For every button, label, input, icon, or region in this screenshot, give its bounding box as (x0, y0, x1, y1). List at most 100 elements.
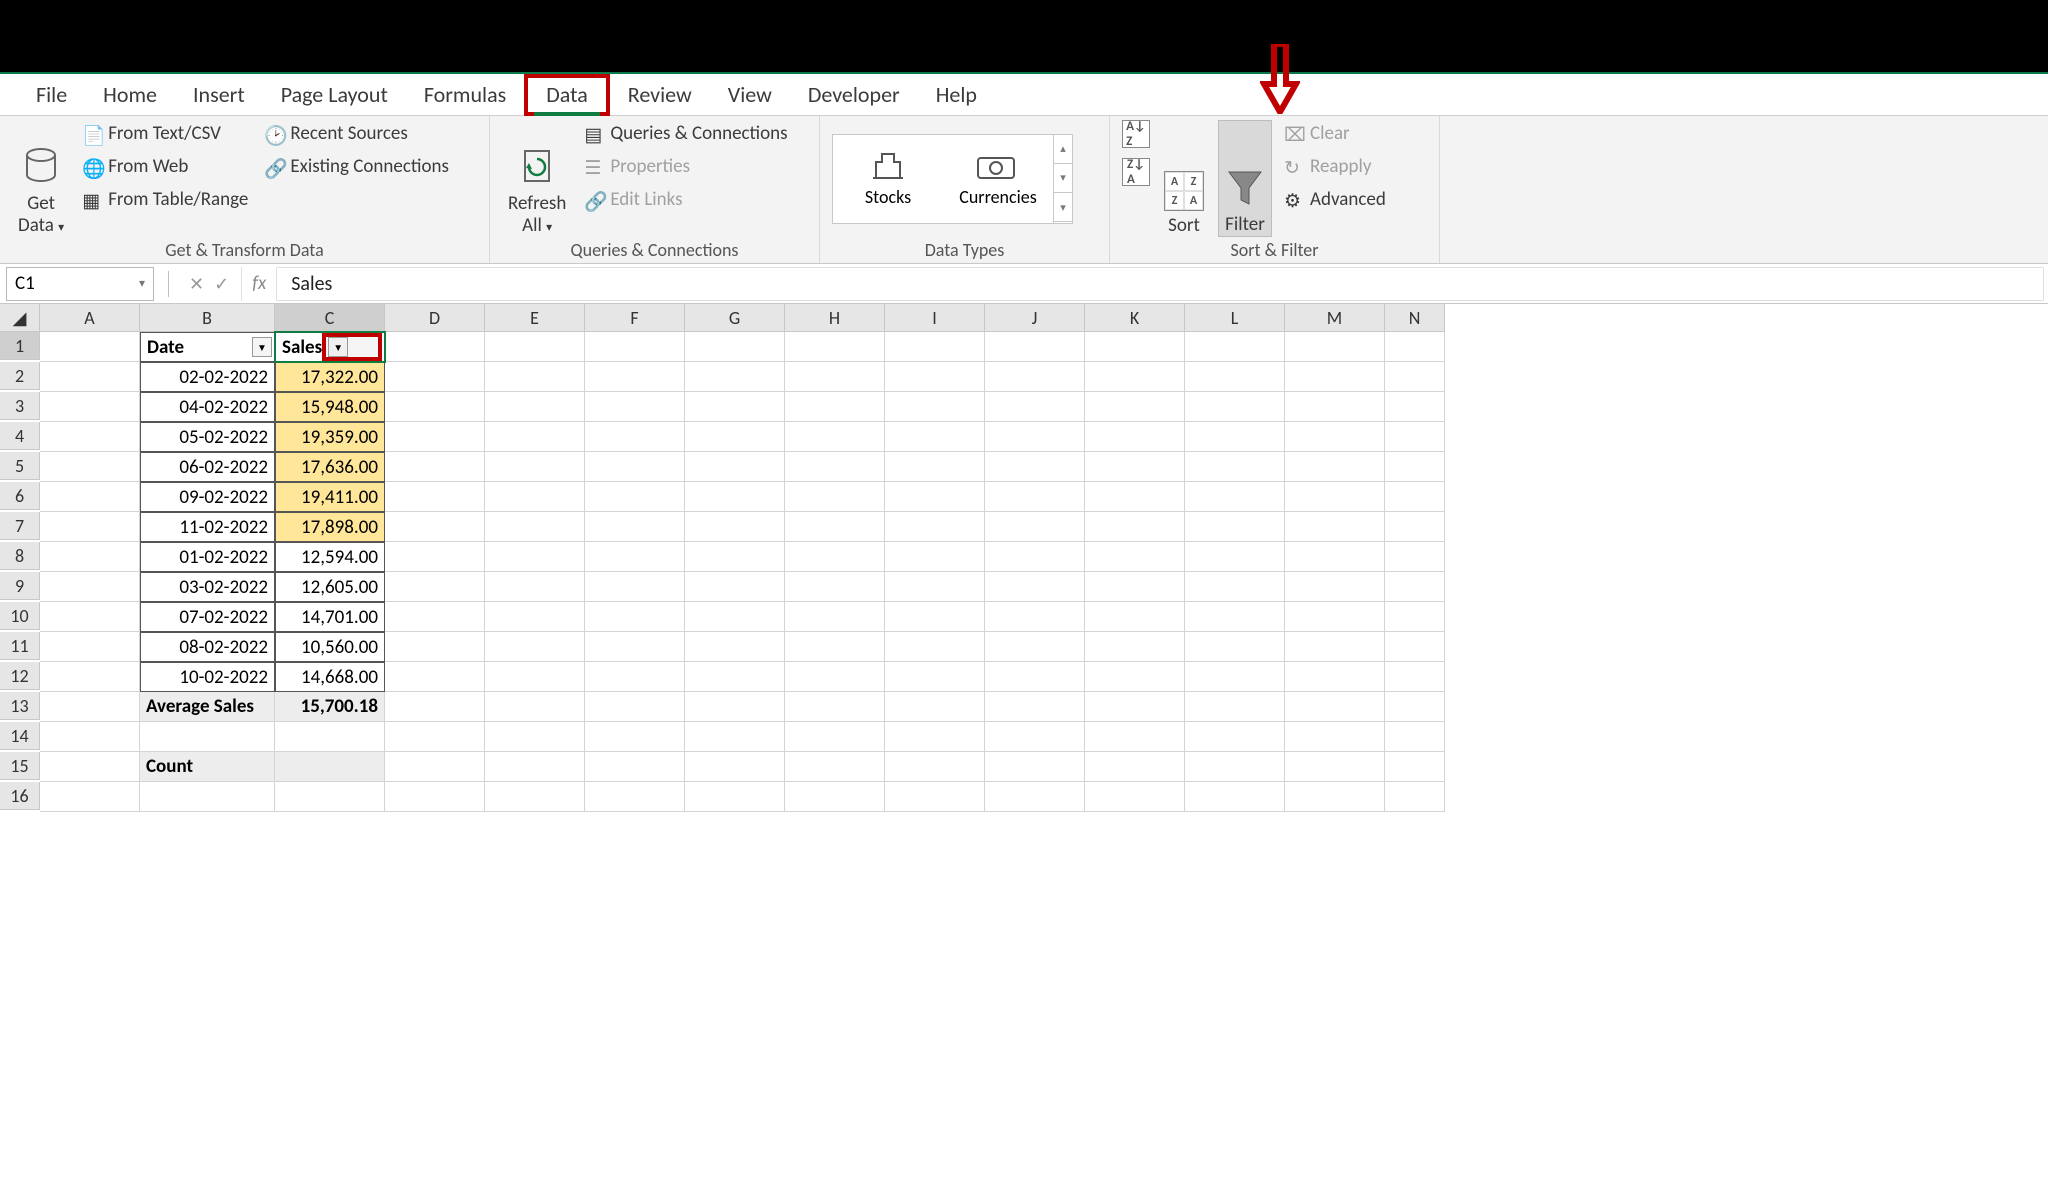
col-G[interactable]: G (685, 304, 785, 332)
cell-D1[interactable] (385, 332, 485, 362)
cell-B6[interactable]: 09-02-2022 (140, 482, 275, 512)
tab-formulas[interactable]: Formulas (406, 74, 524, 116)
col-E[interactable]: E (485, 304, 585, 332)
cancel-formula-icon[interactable]: ✕ (189, 273, 204, 295)
tab-insert[interactable]: Insert (175, 74, 263, 116)
cell-B2[interactable]: 02-02-2022 (140, 362, 275, 392)
tab-review[interactable]: Review (610, 74, 710, 116)
col-N[interactable]: N (1385, 304, 1445, 332)
cell-C12[interactable]: 14,668.00 (275, 662, 385, 692)
col-L[interactable]: L (1185, 304, 1285, 332)
get-data-button[interactable]: Get Data ▾ (12, 120, 70, 237)
from-table-range-button[interactable]: ▦From Table/Range (78, 186, 252, 213)
sales-filter-dropdown[interactable]: ▼ (322, 333, 382, 361)
tab-home[interactable]: Home (85, 74, 175, 116)
sort-asc-button[interactable]: A↓Z (1122, 120, 1150, 148)
data-types-gallery[interactable]: Stocks Currencies ▴▾▾ (832, 134, 1073, 224)
col-K[interactable]: K (1085, 304, 1185, 332)
row-11[interactable]: 11 (0, 632, 40, 660)
cell-B13-average-label[interactable]: Average Sales (140, 692, 275, 722)
clear-filter-button[interactable]: ⌧Clear (1280, 120, 1390, 147)
row-16[interactable]: 16 (0, 782, 40, 810)
row-8[interactable]: 8 (0, 542, 40, 570)
row-14[interactable]: 14 (0, 722, 40, 750)
cell-B8[interactable]: 01-02-2022 (140, 542, 275, 572)
cell-C4[interactable]: 19,359.00 (275, 422, 385, 452)
cell-B10[interactable]: 07-02-2022 (140, 602, 275, 632)
cell-C13-average-value[interactable]: 15,700.18 (275, 692, 385, 722)
cell-B7[interactable]: 11-02-2022 (140, 512, 275, 542)
filter-button[interactable]: Filter (1218, 120, 1272, 237)
date-filter-dropdown[interactable]: ▼ (252, 337, 272, 357)
cell-B15-count-label[interactable]: Count (140, 752, 275, 782)
row-10[interactable]: 10 (0, 602, 40, 630)
row-2[interactable]: 2 (0, 362, 40, 390)
advanced-filter-button[interactable]: ⚙Advanced (1280, 186, 1390, 213)
col-F[interactable]: F (585, 304, 685, 332)
tab-data[interactable]: Data (524, 74, 610, 116)
row-7[interactable]: 7 (0, 512, 40, 540)
col-J[interactable]: J (985, 304, 1085, 332)
tab-help[interactable]: Help (918, 74, 995, 116)
tab-view[interactable]: View (710, 74, 790, 116)
cell-C10[interactable]: 14,701.00 (275, 602, 385, 632)
tab-file[interactable]: File (18, 74, 85, 116)
col-M[interactable]: M (1285, 304, 1385, 332)
select-all-corner[interactable]: ◢ (0, 304, 40, 332)
col-C[interactable]: C (275, 304, 385, 332)
row-6[interactable]: 6 (0, 482, 40, 510)
cell-C15-count-value[interactable] (275, 752, 385, 782)
cell-B12[interactable]: 10-02-2022 (140, 662, 275, 692)
row-9[interactable]: 9 (0, 572, 40, 600)
formula-bar[interactable]: Sales (276, 267, 2044, 301)
cell-C9[interactable]: 12,605.00 (275, 572, 385, 602)
col-B[interactable]: B (140, 304, 275, 332)
row-5[interactable]: 5 (0, 452, 40, 480)
recent-sources-button[interactable]: 🕑Recent Sources (260, 120, 453, 147)
col-A[interactable]: A (40, 304, 140, 332)
cell-B4[interactable]: 05-02-2022 (140, 422, 275, 452)
col-H[interactable]: H (785, 304, 885, 332)
tab-developer[interactable]: Developer (790, 74, 918, 116)
cell-B3[interactable]: 04-02-2022 (140, 392, 275, 422)
tab-page-layout[interactable]: Page Layout (263, 74, 406, 116)
spreadsheet-grid[interactable]: ◢ A B C D E F G H I J K L M N 1 Date ▼ S… (0, 304, 2048, 812)
cell-C8[interactable]: 12,594.00 (275, 542, 385, 572)
cell-C3[interactable]: 15,948.00 (275, 392, 385, 422)
cell-B9[interactable]: 03-02-2022 (140, 572, 275, 602)
from-web-button[interactable]: 🌐From Web (78, 153, 252, 180)
cell-B5[interactable]: 06-02-2022 (140, 452, 275, 482)
refresh-all-button[interactable]: Refresh All ▾ (502, 120, 572, 237)
cell-B1-date-header[interactable]: Date ▼ (140, 332, 275, 362)
sort-button[interactable]: AZZA Sort (1158, 120, 1210, 237)
name-box[interactable]: C1▾ (6, 267, 154, 301)
cell-C1-sales-header[interactable]: Sales ▼ (275, 332, 385, 362)
cell-B11[interactable]: 08-02-2022 (140, 632, 275, 662)
cell-C11[interactable]: 10,560.00 (275, 632, 385, 662)
cell-A1[interactable] (40, 332, 140, 362)
reapply-button[interactable]: ↻Reapply (1280, 153, 1390, 180)
cell-C5[interactable]: 17,636.00 (275, 452, 385, 482)
accept-formula-icon[interactable]: ✓ (214, 273, 229, 295)
gallery-scroll[interactable]: ▴▾▾ (1053, 135, 1072, 223)
cell-C6[interactable]: 19,411.00 (275, 482, 385, 512)
row-3[interactable]: 3 (0, 392, 40, 420)
row-15[interactable]: 15 (0, 752, 40, 780)
cell-C2[interactable]: 17,322.00 (275, 362, 385, 392)
row-12[interactable]: 12 (0, 662, 40, 690)
cell-C7[interactable]: 17,898.00 (275, 512, 385, 542)
from-text-csv-button[interactable]: 📄From Text/CSV (78, 120, 252, 147)
row-13[interactable]: 13 (0, 692, 40, 720)
properties-button[interactable]: ☰Properties (580, 153, 791, 180)
col-I[interactable]: I (885, 304, 985, 332)
row-1[interactable]: 1 (0, 332, 40, 360)
sort-desc-button[interactable]: Z↓A (1122, 158, 1150, 186)
fx-icon[interactable]: fx (242, 272, 276, 295)
edit-links-button[interactable]: 🔗Edit Links (580, 186, 791, 213)
currencies-type[interactable]: Currencies (943, 135, 1053, 223)
row-4[interactable]: 4 (0, 422, 40, 450)
existing-connections-button[interactable]: 🔗Existing Connections (260, 153, 453, 180)
col-D[interactable]: D (385, 304, 485, 332)
queries-connections-button[interactable]: ▤Queries & Connections (580, 120, 791, 147)
stocks-type[interactable]: Stocks (833, 135, 943, 223)
